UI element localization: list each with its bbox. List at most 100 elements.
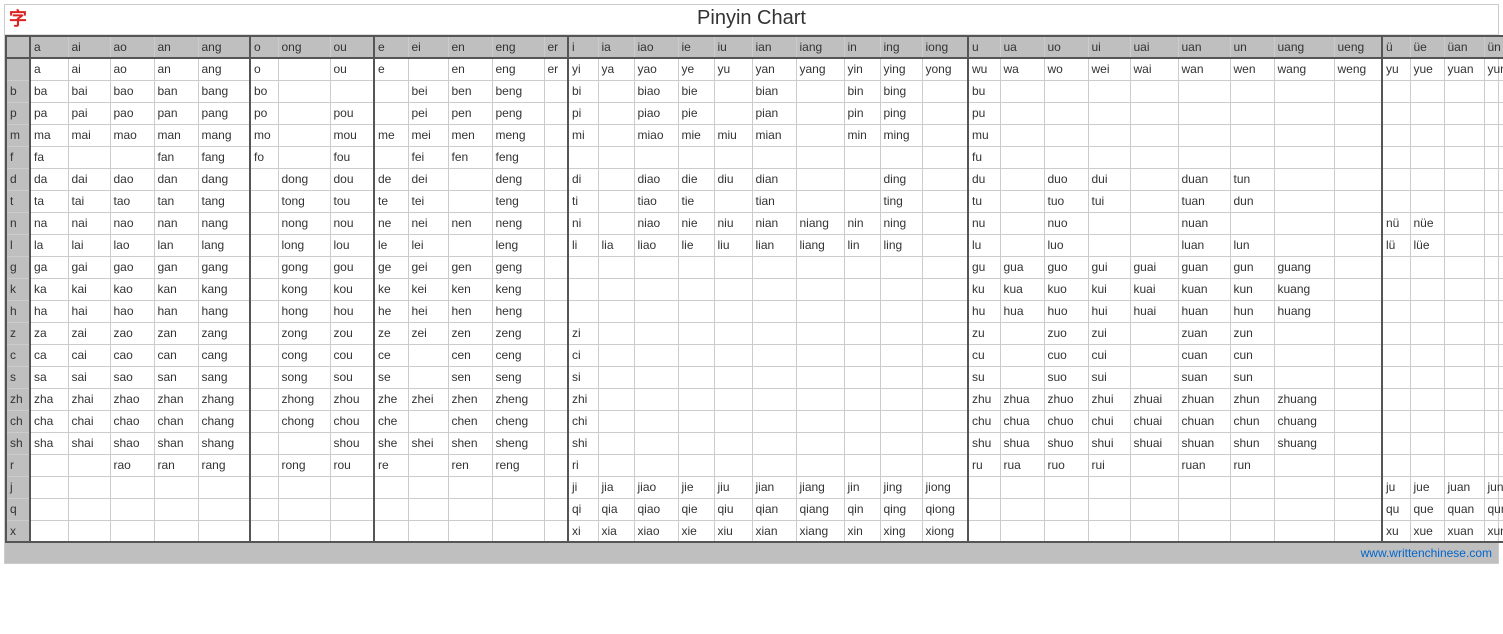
cell-sh-e[interactable]: she — [374, 432, 408, 454]
cell-none-ia[interactable]: ya — [598, 58, 634, 80]
cell-x-iao[interactable]: xiao — [634, 520, 678, 542]
cell-r-uan[interactable]: ruan — [1178, 454, 1230, 476]
cell-p-an[interactable]: pan — [154, 102, 198, 124]
cell-d-u[interactable]: du — [968, 168, 1000, 190]
cell-h-u[interactable]: hu — [968, 300, 1000, 322]
cell-l-un[interactable]: lun — [1230, 234, 1274, 256]
cell-m-e[interactable]: me — [374, 124, 408, 146]
cell-g-ui[interactable]: gui — [1088, 256, 1130, 278]
cell-z-ei[interactable]: zei — [408, 322, 448, 344]
cell-n-uo[interactable]: nuo — [1044, 212, 1088, 234]
cell-z-a[interactable]: za — [30, 322, 68, 344]
cell-q-ian[interactable]: qian — [752, 498, 796, 520]
cell-p-in[interactable]: pin — [844, 102, 880, 124]
cell-sh-ui[interactable]: shui — [1088, 432, 1130, 454]
cell-zh-ai[interactable]: zhai — [68, 388, 110, 410]
cell-d-uo[interactable]: duo — [1044, 168, 1088, 190]
cell-d-eng[interactable]: deng — [492, 168, 544, 190]
cell-p-eng[interactable]: peng — [492, 102, 544, 124]
cell-t-ou[interactable]: tou — [330, 190, 374, 212]
cell-z-ui[interactable]: zui — [1088, 322, 1130, 344]
cell-t-ao[interactable]: tao — [110, 190, 154, 212]
cell-none-uang[interactable]: wang — [1274, 58, 1334, 80]
cell-j-ie[interactable]: jie — [678, 476, 714, 498]
cell-z-uan[interactable]: zuan — [1178, 322, 1230, 344]
cell-n-ing[interactable]: ning — [880, 212, 922, 234]
cell-none-eng[interactable]: eng — [492, 58, 544, 80]
cell-b-ing[interactable]: bing — [880, 80, 922, 102]
cell-p-ie[interactable]: pie — [678, 102, 714, 124]
cell-z-an[interactable]: zan — [154, 322, 198, 344]
cell-x-ian[interactable]: xian — [752, 520, 796, 542]
cell-s-en[interactable]: sen — [448, 366, 492, 388]
cell-none-in[interactable]: yin — [844, 58, 880, 80]
cell-k-en[interactable]: ken — [448, 278, 492, 300]
cell-d-ai[interactable]: dai — [68, 168, 110, 190]
cell-r-un[interactable]: run — [1230, 454, 1274, 476]
cell-p-en[interactable]: pen — [448, 102, 492, 124]
cell-j-iu[interactable]: jiu — [714, 476, 752, 498]
cell-sh-ou[interactable]: shou — [330, 432, 374, 454]
cell-m-ian[interactable]: mian — [752, 124, 796, 146]
cell-s-ao[interactable]: sao — [110, 366, 154, 388]
cell-none-iao[interactable]: yao — [634, 58, 678, 80]
cell-f-ang[interactable]: fang — [198, 146, 250, 168]
cell-m-ai[interactable]: mai — [68, 124, 110, 146]
cell-b-eng[interactable]: beng — [492, 80, 544, 102]
cell-l-ia[interactable]: lia — [598, 234, 634, 256]
cell-h-uai[interactable]: huai — [1130, 300, 1178, 322]
cell-c-a[interactable]: ca — [30, 344, 68, 366]
cell-n-a[interactable]: na — [30, 212, 68, 234]
cell-m-ang[interactable]: mang — [198, 124, 250, 146]
cell-m-eng[interactable]: meng — [492, 124, 544, 146]
cell-l-ao[interactable]: lao — [110, 234, 154, 256]
cell-d-un[interactable]: tun — [1230, 168, 1274, 190]
cell-l-ü[interactable]: lü — [1382, 234, 1410, 256]
cell-x-ing[interactable]: xing — [880, 520, 922, 542]
cell-n-ao[interactable]: nao — [110, 212, 154, 234]
cell-z-un[interactable]: zun — [1230, 322, 1274, 344]
cell-none-ian[interactable]: yan — [752, 58, 796, 80]
cell-n-ei[interactable]: nei — [408, 212, 448, 234]
cell-none-a[interactable]: a — [30, 58, 68, 80]
cell-zh-ang[interactable]: zhang — [198, 388, 250, 410]
cell-c-en[interactable]: cen — [448, 344, 492, 366]
cell-k-ao[interactable]: kao — [110, 278, 154, 300]
cell-s-ou[interactable]: sou — [330, 366, 374, 388]
cell-r-e[interactable]: re — [374, 454, 408, 476]
cell-g-eng[interactable]: geng — [492, 256, 544, 278]
cell-n-ie[interactable]: nie — [678, 212, 714, 234]
cell-zh-ou[interactable]: zhou — [330, 388, 374, 410]
cell-q-iang[interactable]: qiang — [796, 498, 844, 520]
cell-z-uo[interactable]: zuo — [1044, 322, 1088, 344]
cell-ch-e[interactable]: che — [374, 410, 408, 432]
cell-ch-ua[interactable]: chua — [1000, 410, 1044, 432]
cell-d-ei[interactable]: dei — [408, 168, 448, 190]
cell-g-ong[interactable]: gong — [278, 256, 330, 278]
cell-none-üan[interactable]: yuan — [1444, 58, 1484, 80]
cell-q-ün[interactable]: qun — [1484, 498, 1503, 520]
cell-sh-ang[interactable]: shang — [198, 432, 250, 454]
cell-none-un[interactable]: wen — [1230, 58, 1274, 80]
cell-m-i[interactable]: mi — [568, 124, 598, 146]
cell-t-an[interactable]: tan — [154, 190, 198, 212]
cell-n-an[interactable]: nan — [154, 212, 198, 234]
cell-c-ao[interactable]: cao — [110, 344, 154, 366]
cell-n-ou[interactable]: nou — [330, 212, 374, 234]
cell-g-ou[interactable]: gou — [330, 256, 374, 278]
cell-j-iao[interactable]: jiao — [634, 476, 678, 498]
cell-b-ian[interactable]: bian — [752, 80, 796, 102]
cell-s-i[interactable]: si — [568, 366, 598, 388]
cell-l-in[interactable]: lin — [844, 234, 880, 256]
cell-n-i[interactable]: ni — [568, 212, 598, 234]
cell-z-ong[interactable]: zong — [278, 322, 330, 344]
cell-zh-e[interactable]: zhe — [374, 388, 408, 410]
cell-c-uo[interactable]: cuo — [1044, 344, 1088, 366]
cell-b-in[interactable]: bin — [844, 80, 880, 102]
cell-m-iu[interactable]: miu — [714, 124, 752, 146]
cell-sh-ua[interactable]: shua — [1000, 432, 1044, 454]
cell-n-u[interactable]: nu — [968, 212, 1000, 234]
cell-c-ou[interactable]: cou — [330, 344, 374, 366]
cell-p-i[interactable]: pi — [568, 102, 598, 124]
cell-g-en[interactable]: gen — [448, 256, 492, 278]
